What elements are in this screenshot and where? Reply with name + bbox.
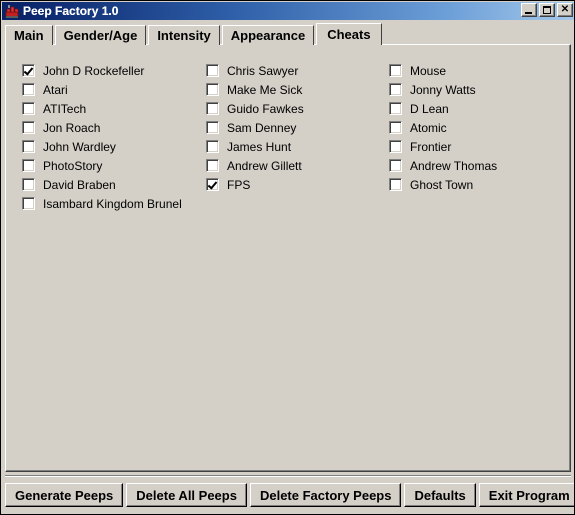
checkbox-icon[interactable] xyxy=(22,83,35,96)
checkbox-icon[interactable] xyxy=(206,159,219,172)
checkbox-icon[interactable] xyxy=(389,121,402,134)
cheat-label: ATITech xyxy=(43,101,87,116)
cheat-label: Jonny Watts xyxy=(410,82,476,97)
cheat-checkbox-row[interactable]: Jon Roach xyxy=(22,118,207,137)
checkbox-icon[interactable] xyxy=(206,102,219,115)
checkbox-icon[interactable] xyxy=(206,83,219,96)
cheat-checkbox-row[interactable]: D Lean xyxy=(389,99,569,118)
tab-main[interactable]: Main xyxy=(5,25,53,45)
cheat-checkbox-row[interactable]: John Wardley xyxy=(22,137,207,156)
checkbox-icon[interactable] xyxy=(22,140,35,153)
checkbox-icon[interactable] xyxy=(389,178,402,191)
checkbox-icon[interactable] xyxy=(389,64,402,77)
cheat-label: Make Me Sick xyxy=(227,82,303,97)
cheat-label: Mouse xyxy=(410,63,447,78)
cheat-label: John D Rockefeller xyxy=(43,63,145,78)
checkbox-icon[interactable] xyxy=(206,64,219,77)
cheat-label: Frontier xyxy=(410,139,452,154)
cheat-checkbox-row[interactable]: ATITech xyxy=(22,99,207,118)
cheat-checkbox-row[interactable]: Atomic xyxy=(389,118,569,137)
cheat-label: Andrew Thomas xyxy=(410,158,498,173)
checkbox-checked-icon[interactable] xyxy=(206,178,219,191)
tab-intensity[interactable]: Intensity xyxy=(148,25,220,45)
cheat-checkbox-row[interactable]: Andrew Gillett xyxy=(206,156,391,175)
tab-cheats[interactable]: Cheats xyxy=(316,23,382,45)
cheat-column-3: Mouse Jonny Watts D Lean Atomic Frontier Andr… xyxy=(389,61,569,194)
cheat-checkbox-row[interactable]: FPS xyxy=(206,175,391,194)
cheat-label: James Hunt xyxy=(227,139,292,154)
cheat-checkbox-row[interactable]: PhotoStory xyxy=(22,156,207,175)
cheat-label: Ghost Town xyxy=(410,177,474,192)
cheat-label: Chris Sawyer xyxy=(227,63,299,78)
cheat-checkbox-row[interactable]: Chris Sawyer xyxy=(206,61,391,80)
checkbox-icon[interactable] xyxy=(22,197,35,210)
tab-gender-age[interactable]: Gender/Age xyxy=(54,25,147,45)
cheat-checkbox-row[interactable]: Andrew Thomas xyxy=(389,156,569,175)
panel-inner: John D Rockefeller Atari ATITech Jon Roach J… xyxy=(6,45,570,471)
window-title: Peep Factory 1.0 xyxy=(23,4,119,18)
cheat-label: Sam Denney xyxy=(227,120,297,135)
cheat-column-2: Chris Sawyer Make Me Sick Guido Fawkes Sam … xyxy=(206,61,391,194)
cheat-label: David Braben xyxy=(43,177,116,192)
cheat-label: Jon Roach xyxy=(43,120,101,135)
cheat-checkbox-row[interactable]: Make Me Sick xyxy=(206,80,391,99)
cheat-label: John Wardley xyxy=(43,139,116,154)
button-bar: Generate Peeps Delete All Peeps Delete Fac… xyxy=(5,481,574,509)
generate-peeps-button[interactable]: Generate Peeps xyxy=(5,483,124,507)
checkbox-checked-icon[interactable] xyxy=(22,64,35,77)
cheat-checkbox-row[interactable]: Isambard Kingdom Brunel xyxy=(22,194,207,213)
cheat-checkbox-row[interactable]: David Braben xyxy=(22,175,207,194)
cheat-label: Guido Fawkes xyxy=(227,101,304,116)
cheat-checkbox-row[interactable]: Frontier xyxy=(389,137,569,156)
tab-strip: Main Gender/Age Intensity Appearance Cheats xyxy=(5,23,572,45)
cheat-checkbox-row[interactable]: Sam Denney xyxy=(206,118,391,137)
checkbox-icon[interactable] xyxy=(206,140,219,153)
cheat-label: Atomic xyxy=(410,120,447,135)
cheat-checkbox-row[interactable]: Guido Fawkes xyxy=(206,99,391,118)
cheat-label: Atari xyxy=(43,82,68,97)
cheat-label: FPS xyxy=(227,177,251,192)
maximize-icon[interactable] xyxy=(539,3,555,17)
close-icon[interactable]: ✕ xyxy=(557,3,573,17)
cheat-checkbox-row[interactable]: Mouse xyxy=(389,61,569,80)
cheat-checkbox-row[interactable]: Ghost Town xyxy=(389,175,569,194)
checkbox-icon[interactable] xyxy=(22,178,35,191)
cheat-checkbox-row[interactable]: John D Rockefeller xyxy=(22,61,207,80)
defaults-button[interactable]: Defaults xyxy=(404,483,476,507)
checkbox-icon[interactable] xyxy=(389,140,402,153)
checkbox-icon[interactable] xyxy=(22,159,35,172)
cheats-panel: John D Rockefeller Atari ATITech Jon Roach J… xyxy=(5,44,571,472)
cheat-label: PhotoStory xyxy=(43,158,103,173)
factory-icon xyxy=(4,3,20,19)
cheat-checkbox-row[interactable]: Atari xyxy=(22,80,207,99)
cheat-label: D Lean xyxy=(410,101,449,116)
application-window: Peep Factory 1.0 ✕ Main Gender/Age Intensi… xyxy=(0,0,575,515)
cheat-checkbox-row[interactable]: Jonny Watts xyxy=(389,80,569,99)
minimize-icon[interactable] xyxy=(521,3,537,17)
checkbox-icon[interactable] xyxy=(389,83,402,96)
delete-factory-peeps-button[interactable]: Delete Factory Peeps xyxy=(249,483,402,507)
tab-appearance[interactable]: Appearance xyxy=(221,25,315,45)
delete-all-peeps-button[interactable]: Delete All Peeps xyxy=(126,483,247,507)
cheat-column-1: John D Rockefeller Atari ATITech Jon Roach J… xyxy=(22,61,207,213)
checkbox-icon[interactable] xyxy=(389,159,402,172)
title-bar[interactable]: Peep Factory 1.0 ✕ xyxy=(2,2,574,20)
checkbox-icon[interactable] xyxy=(206,121,219,134)
window-controls: ✕ xyxy=(521,3,573,17)
cheat-label: Andrew Gillett xyxy=(227,158,302,173)
checkbox-icon[interactable] xyxy=(22,121,35,134)
exit-program-button[interactable]: Exit Program xyxy=(478,483,574,507)
checkbox-icon[interactable] xyxy=(22,102,35,115)
cheat-checkbox-row[interactable]: James Hunt xyxy=(206,137,391,156)
cheat-label: Isambard Kingdom Brunel xyxy=(43,196,182,211)
separator xyxy=(5,475,571,477)
checkbox-icon[interactable] xyxy=(389,102,402,115)
